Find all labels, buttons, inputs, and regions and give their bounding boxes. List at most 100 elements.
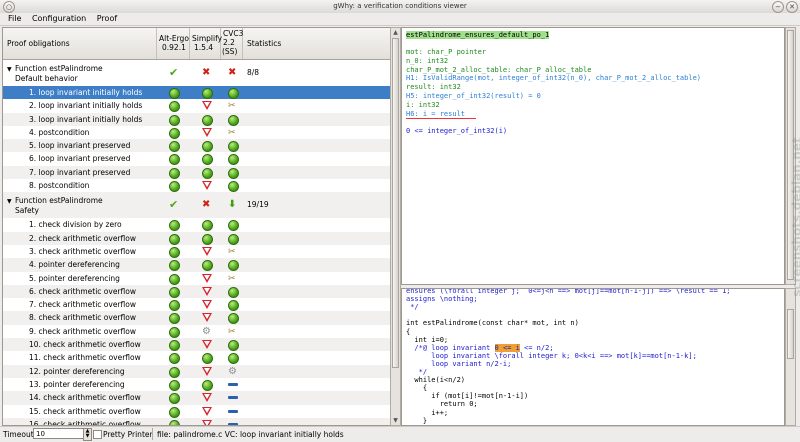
running-gear-icon: ⚙ <box>202 325 211 337</box>
header-simplify[interactable]: Simplify 1.5.4 <box>190 28 222 59</box>
group-statistics: 8/8 <box>247 68 260 77</box>
pane-splitter[interactable] <box>401 284 796 287</box>
valid-dot-icon <box>169 286 180 298</box>
obligation-row[interactable]: 15. check arithmetic overflow <box>3 405 390 418</box>
menu-configuration[interactable]: Configuration <box>32 14 86 23</box>
source-line: loop invariant \forall integer k; 0<k<i … <box>406 351 697 360</box>
timeout-label: Timeout <box>3 430 34 439</box>
invalid-triangle-icon <box>202 101 212 111</box>
source-line: int estPalindrome(const char* mot, int n… <box>406 319 579 328</box>
obligation-label: 6. check arithmetic overflow <box>29 286 136 296</box>
valid-dot-icon <box>202 167 213 179</box>
valid-dot-icon <box>228 167 239 179</box>
obligation-row[interactable]: 14. check arithmetic overflow <box>3 391 390 405</box>
source-line: */ <box>406 368 428 376</box>
header-proof-obligations[interactable]: Proof obligations <box>3 28 157 59</box>
valid-dot-icon <box>169 154 180 166</box>
watermark: screenshots.debian.net <box>790 137 800 297</box>
expander-icon[interactable]: ▼ <box>7 65 15 74</box>
invalid-triangle-icon <box>202 406 212 417</box>
obligation-row[interactable]: 13. pointer dereferencing <box>3 378 390 391</box>
valid-dot-icon <box>169 326 180 338</box>
obligation-label: 1. loop invariant initially holds <box>29 88 143 97</box>
source-line: ensures (\forall integer j; 0<=j<n ==> m… <box>406 288 731 295</box>
obligation-row[interactable]: 12. pointer dereferencing ⚙ <box>3 364 390 378</box>
invalid-triangle-icon <box>202 286 212 297</box>
obligation-row[interactable]: 5. pointer dereferencing ✂ <box>3 272 390 285</box>
obligation-row[interactable]: 8. check arithmetic overflow <box>3 311 390 325</box>
tree-scrollbar[interactable]: ▲ ▼ <box>390 27 401 426</box>
expander-icon[interactable]: ▼ <box>7 197 15 206</box>
timeout-input[interactable] <box>33 428 85 439</box>
source-line: assigns \nothing; <box>406 295 478 304</box>
function-group-row[interactable]: ▼ Function estPalindrome Default behavior ✔… <box>3 60 390 86</box>
obligation-row[interactable]: 4. postcondition ✂ <box>3 126 390 139</box>
hypothesis-line: H1: IsValidRange(mot, integer_of_int32(n… <box>406 74 702 83</box>
header-alt-ergo[interactable]: Alt-Ergo 0.92.1 <box>157 28 190 59</box>
obligation-row[interactable]: 7. check arithmetic overflow <box>3 298 390 312</box>
obligation-label: 16. check arithmetic overflow <box>29 419 141 426</box>
valid-dot-icon <box>228 313 239 325</box>
obligation-row[interactable]: 9. check arithmetic overflow ⚙ ✂ <box>3 325 390 338</box>
obligation-view[interactable]: estPalindrome_ensures_default_po_1 mot: … <box>401 27 785 285</box>
obligation-row[interactable]: 5. loop invariant preserved <box>3 139 390 153</box>
function-group-row[interactable]: ▼ Function estPalindrome Safety ✔ ✖ ⬇ 19/19 <box>3 192 390 219</box>
obligation-row[interactable]: 2. loop invariant initially holds ✂ <box>3 99 390 113</box>
unknown-dash-icon <box>228 380 238 390</box>
obligation-label: 6. loop invariant preserved <box>29 154 131 164</box>
source-line: int i=0; <box>406 335 449 344</box>
obligation-label: 13. pointer dereferencing <box>29 379 125 389</box>
valid-dot-icon <box>169 366 180 378</box>
obligation-label: 2. check arithmetic overflow <box>29 233 136 243</box>
obligation-row[interactable]: 8. postcondition <box>3 179 390 193</box>
obligation-row[interactable]: 10. check arithmetic overflow <box>3 338 390 352</box>
obligation-row[interactable]: 11. check arithmetic overflow <box>3 351 390 365</box>
obligation-label: 11. check arithmetic overflow <box>29 353 141 363</box>
hypothesis-line: i: int32 <box>406 100 440 109</box>
obligation-row[interactable]: 3. check arithmetic overflow ✂ <box>3 245 390 258</box>
proof-obligations-tree[interactable]: Proof obligations Alt-Ergo 0.92.1 Simpli… <box>2 27 391 426</box>
highlighted-code: 0 <= i <box>494 343 520 352</box>
obligation-row[interactable]: 2. check arithmetic overflow <box>3 231 390 245</box>
source-line: loop variant n/2-i; <box>406 359 512 368</box>
valid-dot-icon <box>228 260 239 272</box>
header-statistics[interactable]: Statistics <box>243 28 390 59</box>
source-line: { <box>406 327 411 336</box>
menu-proof[interactable]: Proof <box>97 14 117 23</box>
pretty-printer-checkbox[interactable] <box>93 430 102 439</box>
obligation-row[interactable]: 3. loop invariant initially holds <box>3 112 390 126</box>
obligation-row[interactable]: 4. pointer dereferencing <box>3 258 390 272</box>
obligation-goal: 0 <= integer_of_int32(i) <box>406 127 508 135</box>
valid-check-icon: ✔ <box>169 66 179 79</box>
obligation-row[interactable]: 1. check division by zero <box>3 218 390 232</box>
invalid-triangle-icon <box>202 181 212 191</box>
hypothesis-line: mot: char_P pointer <box>406 48 487 56</box>
obligation-row[interactable]: 6. check arithmetic overflow <box>3 284 390 299</box>
obligation-row[interactable]: 6. loop invariant preserved <box>3 152 390 166</box>
timeout-scissors-icon: ✂ <box>228 273 236 284</box>
invalid-triangle-icon <box>202 246 212 257</box>
obligation-row[interactable]: 1. loop invariant initially holds <box>3 86 390 100</box>
obligation-row[interactable]: 16. check arithmetic overflow <box>3 417 390 426</box>
valid-dot-icon <box>202 260 213 272</box>
failed-x-icon: ✖ <box>228 67 237 78</box>
unknown-dash-icon <box>228 393 238 403</box>
obligation-label: 3. check arithmetic overflow <box>29 246 136 256</box>
valid-dot-icon <box>169 406 180 418</box>
source-view[interactable]: ensures (\forall integer j; 0<=j<n ==> m… <box>401 288 785 426</box>
menu-file[interactable]: File <box>8 14 21 23</box>
close-icon[interactable]: ✕ <box>786 1 798 13</box>
invalid-triangle-icon <box>202 273 212 284</box>
valid-dot-icon <box>169 114 180 126</box>
menu-bar: File Configuration Proof <box>0 13 800 26</box>
window-title: gWhy: a verification conditions viewer <box>333 2 467 10</box>
timeout-spinner[interactable]: ▲ ▼ <box>83 428 92 441</box>
valid-dot-icon <box>169 379 180 391</box>
obligation-row[interactable]: 7. loop invariant preserved <box>3 165 390 180</box>
valid-dot-icon <box>169 101 180 113</box>
timeout-scissors-icon: ✂ <box>228 101 236 112</box>
valid-dot-icon <box>228 286 239 298</box>
header-cvc3[interactable]: CVC3 2.2 (SS) <box>221 28 243 59</box>
invalid-triangle-icon <box>202 366 212 377</box>
minimize-icon[interactable]: − <box>772 1 784 13</box>
